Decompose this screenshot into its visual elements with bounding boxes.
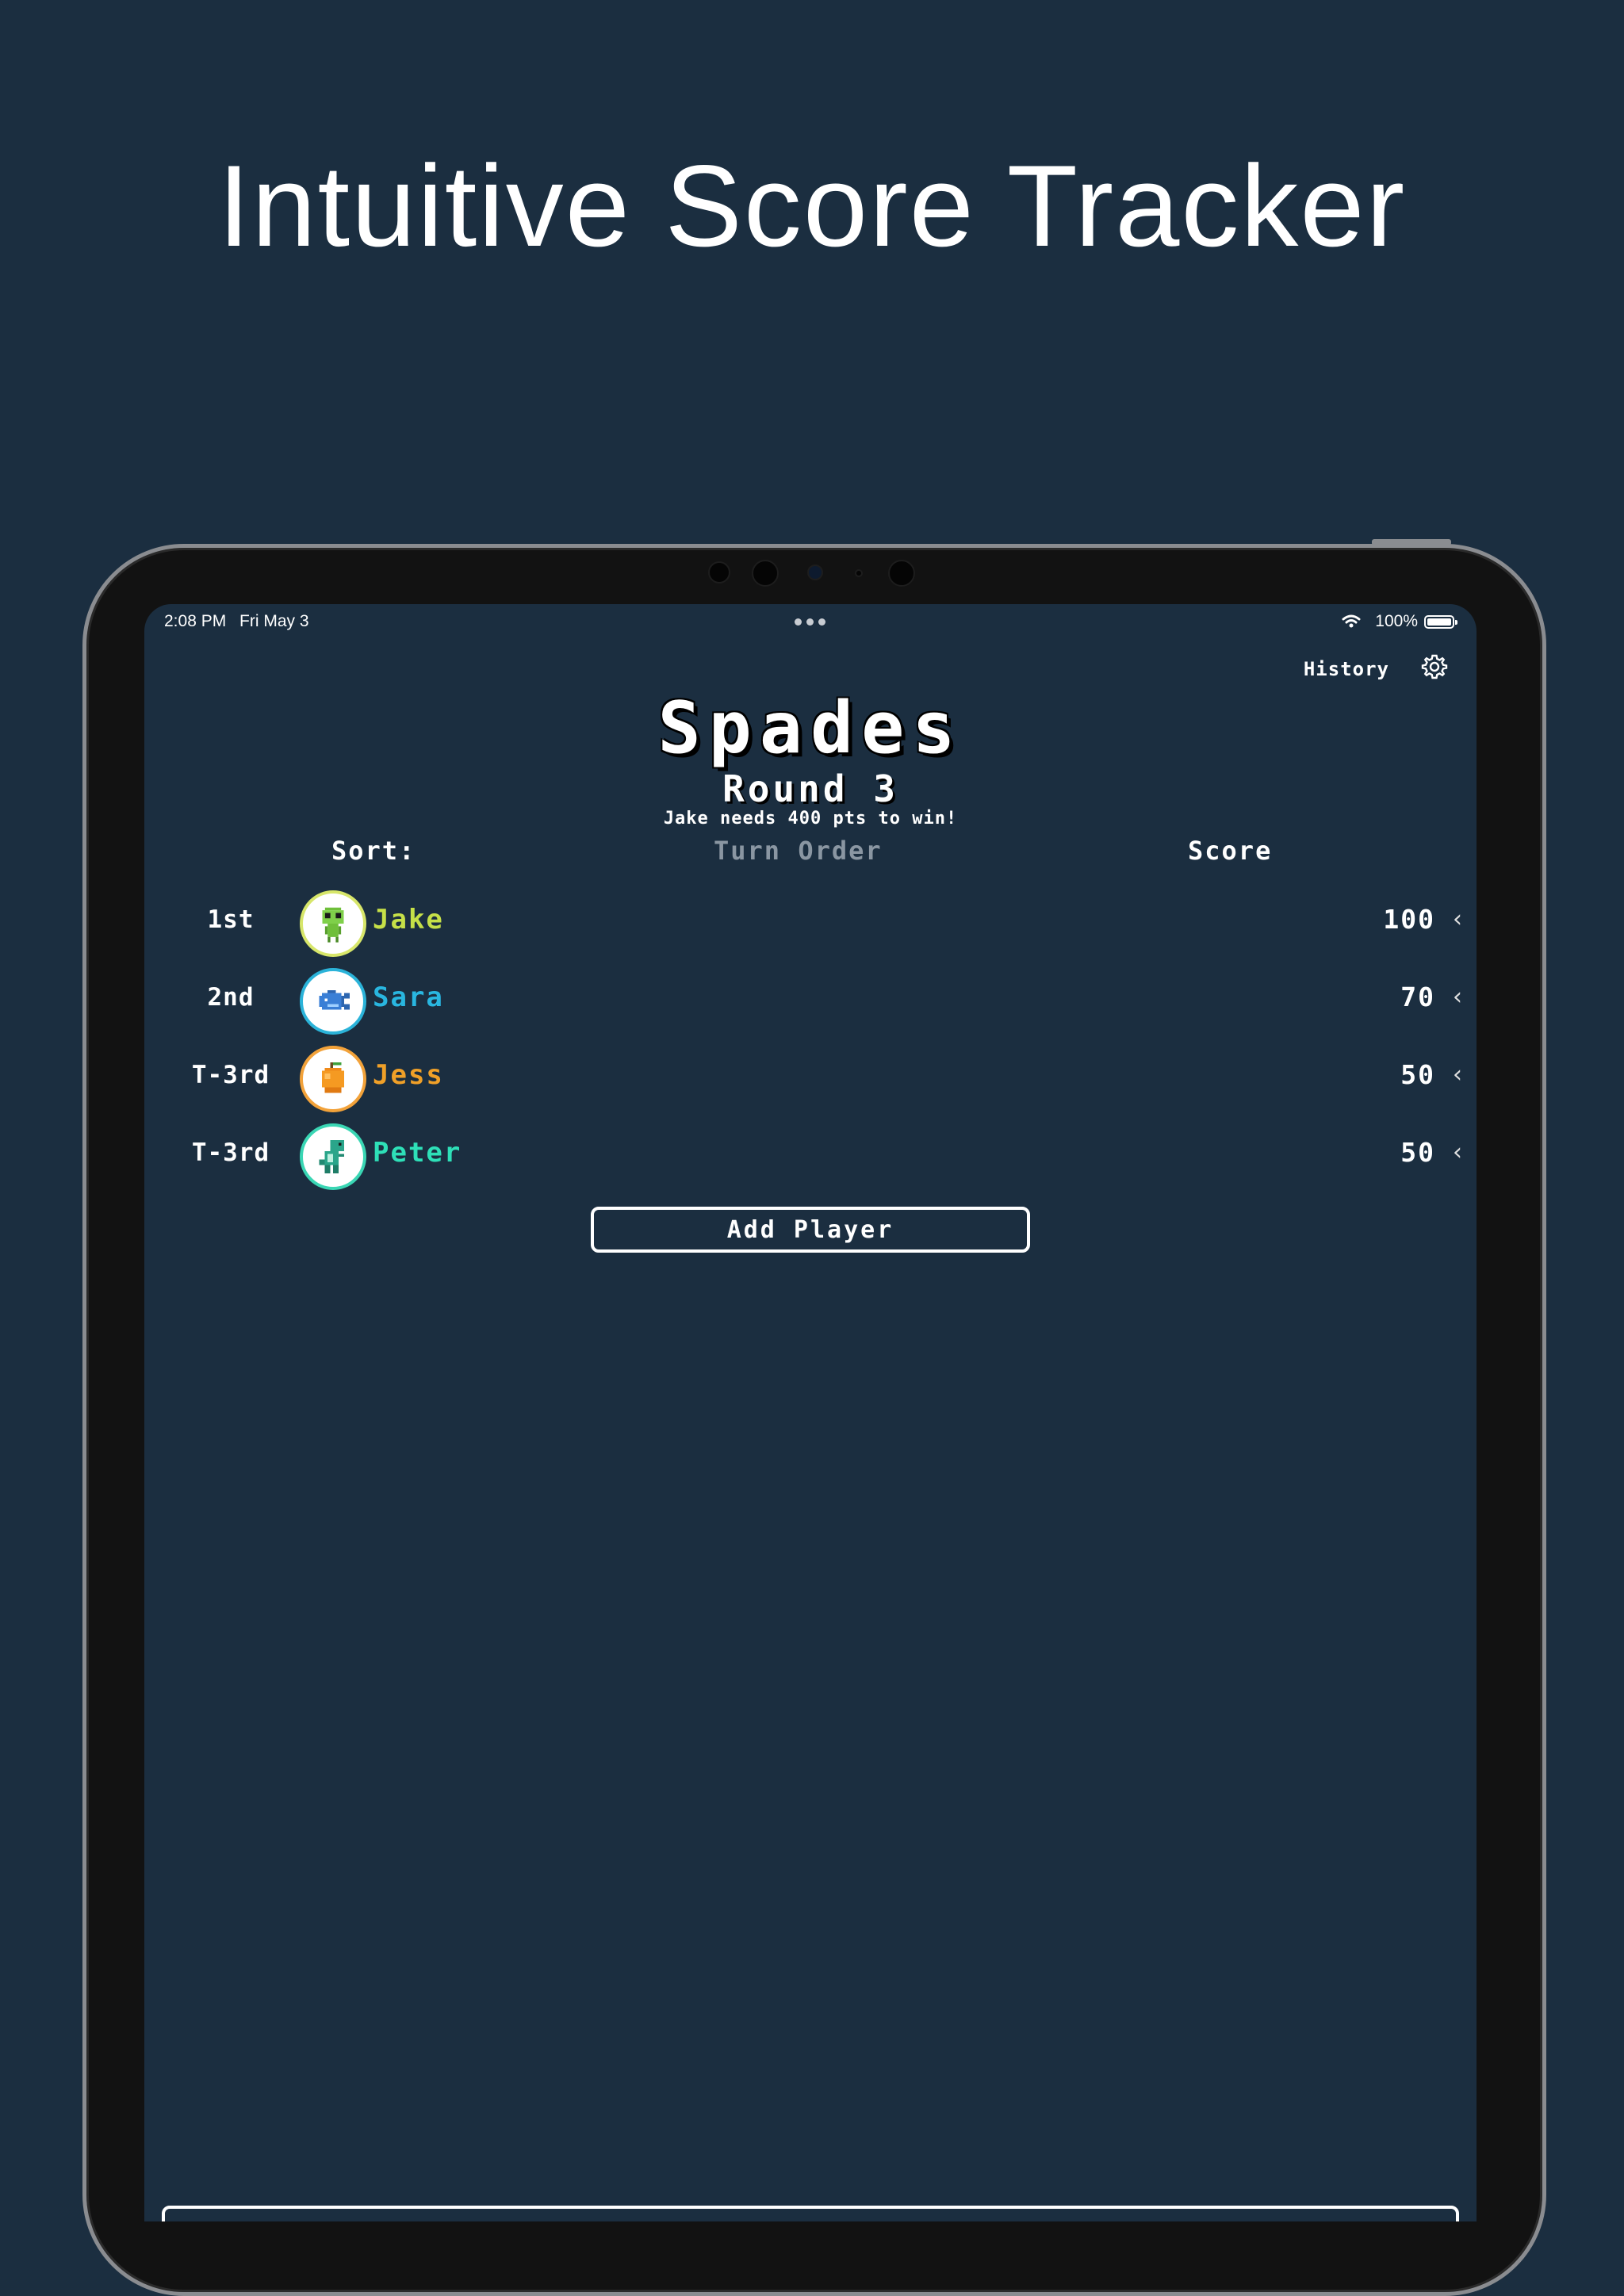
status-time: 2:08 PM <box>164 612 227 630</box>
player-avatar[interactable] <box>300 890 366 957</box>
player-row[interactable]: 1st Jake 100 ‹ <box>144 885 1477 962</box>
fish-icon <box>319 990 350 1010</box>
wifi-icon <box>1342 614 1361 628</box>
player-row[interactable]: T-3rd Peter 50 ‹ <box>144 1118 1477 1196</box>
player-avatar[interactable] <box>300 968 366 1035</box>
player-rank: T-3rd <box>191 1061 270 1089</box>
player-score: 100 <box>1383 904 1435 935</box>
player-score: 50 <box>1400 1137 1435 1168</box>
player-rank: 2nd <box>207 983 255 1012</box>
player-rank: T-3rd <box>191 1138 270 1167</box>
sensor-right <box>888 560 915 587</box>
player-avatar[interactable] <box>300 1123 366 1190</box>
multitasking-dots[interactable] <box>795 618 825 626</box>
bottom-action-bar[interactable] <box>162 2206 1459 2221</box>
sensor-dot <box>855 569 863 577</box>
player-name: Jess <box>373 1059 444 1091</box>
headline: Intuitive Score Tracker <box>217 141 1407 270</box>
player-avatar[interactable] <box>300 1046 366 1112</box>
game-title: Spades <box>657 687 963 770</box>
sort-score[interactable]: Score <box>1188 836 1272 866</box>
player-score: 50 <box>1400 1059 1435 1090</box>
gear-icon[interactable] <box>1421 653 1448 680</box>
sort-turn-order[interactable]: Turn Order <box>714 836 883 866</box>
win-condition-text: Jake needs 400 pts to win! <box>663 809 958 828</box>
alien-icon <box>322 907 344 943</box>
dinosaur-icon <box>319 1140 344 1173</box>
battery-icon <box>1424 615 1457 629</box>
round-label: Round 3 <box>722 767 898 810</box>
player-row[interactable]: 2nd Sara 70 ‹ <box>144 962 1477 1040</box>
chevron-left-icon[interactable]: ‹ <box>1453 983 1462 1011</box>
player-name: Jake <box>373 904 444 936</box>
history-button[interactable]: History <box>1304 658 1389 680</box>
camera-lens <box>807 564 823 580</box>
sort-bar: Sort: Turn Order Score <box>144 836 1477 875</box>
app-screen: 2:08 PM Fri May 3 100% History Spades Ro… <box>144 604 1477 2221</box>
chevron-left-icon[interactable]: ‹ <box>1453 1138 1462 1166</box>
player-name: Peter <box>373 1137 462 1169</box>
sort-label: Sort: <box>331 836 416 866</box>
chevron-left-icon[interactable]: ‹ <box>1453 1061 1462 1089</box>
sensor-mid <box>752 560 779 587</box>
battery-percent: 100% <box>1375 612 1418 630</box>
sensor-left <box>708 561 730 584</box>
player-rank: 1st <box>207 905 255 934</box>
add-player-button[interactable]: Add Player <box>591 1207 1030 1253</box>
orange-icon <box>322 1062 344 1093</box>
chevron-left-icon[interactable]: ‹ <box>1453 905 1462 933</box>
player-row[interactable]: T-3rd Jess 50 ‹ <box>144 1040 1477 1118</box>
player-name: Sara <box>373 982 444 1013</box>
player-list: 1st Jake 100 ‹ 2nd Sara 70 ‹ T-3rd Jess … <box>144 885 1477 1196</box>
player-score: 70 <box>1400 982 1435 1012</box>
status-date: Fri May 3 <box>239 612 309 630</box>
